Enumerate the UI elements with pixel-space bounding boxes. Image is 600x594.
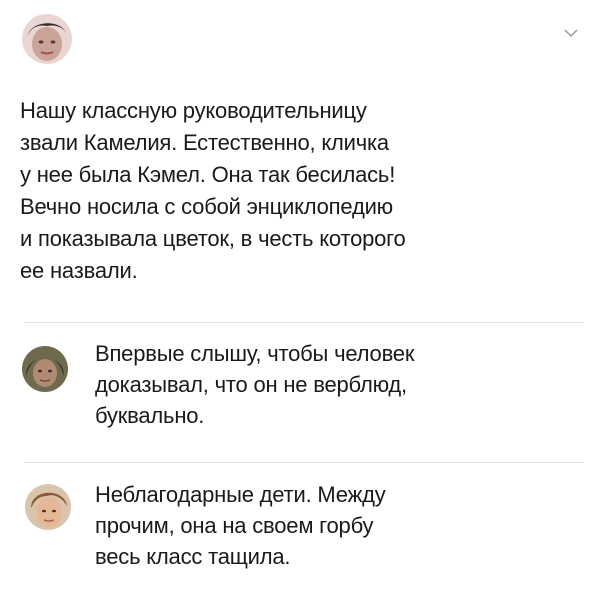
post-line: и показывала цветок, в честь которого [20, 226, 406, 251]
comment-line: весь класс тащила. [95, 544, 291, 569]
divider [24, 322, 584, 323]
chevron-down-icon[interactable] [563, 26, 579, 38]
author-avatar[interactable] [22, 14, 72, 64]
post-line: Вечно носила с собой энциклопедию [20, 194, 393, 219]
post-header [0, 0, 600, 80]
post-text: Нашу классную руководительницу звали Кам… [20, 95, 585, 287]
comment-line: доказывал, что он не верблюд, [95, 372, 407, 397]
commenter-avatar-image [25, 484, 71, 530]
post-line: у нее была Кэмел. Она так бесилась! [20, 162, 396, 187]
commenter-avatar-image [22, 346, 68, 392]
post-line: Нашу классную руководительницу [20, 98, 367, 123]
post-line: звали Камелия. Естественно, кличка [20, 130, 389, 155]
comment-line: Неблагодарные дети. Между [95, 482, 386, 507]
post-line: ее назвали. [20, 258, 138, 283]
commenter-avatar[interactable] [25, 484, 71, 530]
divider [24, 462, 584, 463]
comment-line: Впервые слышу, чтобы человек [95, 341, 415, 366]
commenter-avatar[interactable] [22, 346, 68, 392]
comment-text: Неблагодарные дети. Между прочим, она на… [95, 479, 386, 572]
author-avatar-image [22, 14, 72, 64]
comment-text: Впервые слышу, чтобы человек доказывал, … [95, 338, 414, 431]
comment-line: буквально. [95, 403, 205, 428]
comment-line: прочим, она на своем горбу [95, 513, 374, 538]
